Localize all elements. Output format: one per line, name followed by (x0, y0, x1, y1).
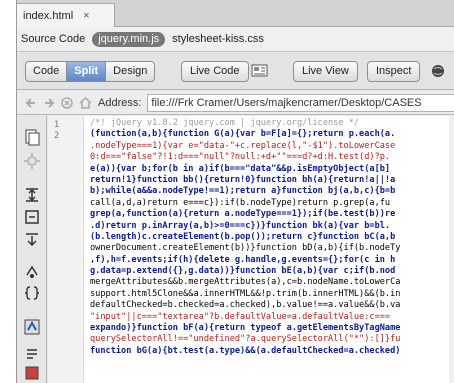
code-token: ownerDocument.createElement(b))}function… (90, 243, 401, 254)
document-tab-bar: index.html × (17, 0, 454, 27)
code-token: g.data=p.extend({},g.data))}function bE(… (90, 266, 396, 277)
home-icon[interactable] (79, 96, 92, 109)
collapse-selection-icon[interactable] (23, 208, 41, 226)
code-token: .d)return p.inArray(a,b)>=0===c})}functi… (90, 220, 391, 231)
editor-window: index.html × Source Code jquery.min.js s… (16, 0, 454, 383)
code-line: (function(a,b){function G(a){var b=F[a]=… (90, 129, 400, 140)
code-line: /*! jQuery v1.8.2 jquery.com | jquery.or… (90, 118, 400, 129)
code-token: (b.length)c.createElement(b.pop());retur… (90, 231, 396, 242)
code-token: /*! jQuery v1.8.2 jquery.com | jquery.or… (90, 118, 360, 128)
code-token: e(a)){var b;for(b in a)if(b==="data"&&p.… (90, 163, 391, 174)
source-code-link[interactable]: Source Code (21, 33, 85, 45)
balance-braces-icon[interactable] (23, 284, 41, 302)
arrow-right-icon[interactable] (43, 97, 55, 109)
coding-toolbar (17, 116, 47, 383)
arrow-left-icon[interactable] (25, 97, 37, 109)
apply-comment-icon[interactable] (23, 318, 41, 336)
expand-all-icon[interactable] (23, 230, 41, 248)
view-mode-switcher: Code Split Design (25, 61, 156, 82)
live-view-button[interactable]: Live View (293, 61, 358, 82)
line-number: 2 (54, 131, 60, 141)
related-file-css[interactable]: stylesheet-kiss.css (172, 33, 264, 45)
code-line: b);while(a&&a.nodeType!==1);return a}fun… (90, 186, 400, 197)
line-number: 1 (54, 120, 60, 130)
code-line: ownerDocument.createElement(b))}function… (90, 243, 400, 254)
address-input[interactable]: file:///Frk Cramer/Users/majkencramer/De… (147, 93, 454, 112)
gear-icon[interactable] (23, 152, 41, 170)
code-content[interactable]: /*! jQuery v1.8.2 jquery.com | jquery.or… (90, 118, 400, 357)
code-line: defaultChecked=b.checked=a.checked),b.va… (90, 300, 400, 311)
code-token: function bG(a){bt.test(a.type)&&(a.defau… (90, 345, 401, 356)
code-token: ,f),h=f.events;if(h){delete g.handle,g.e… (90, 254, 396, 265)
stop-icon[interactable] (61, 96, 73, 109)
document-tab-index[interactable]: index.html × (17, 3, 115, 27)
code-token: return!1}function bb(){return!0}function… (90, 174, 396, 185)
address-label: Address: (98, 96, 142, 109)
code-token: support.html5Clone&&a.innerHTML&&!p.trim… (90, 288, 401, 299)
code-line: return!1}function bb(){return!0}function… (90, 175, 400, 186)
code-token: call(a,d,a)return e===c}):if(b.nodeType)… (90, 197, 391, 208)
live-code-button[interactable]: Live Code (181, 61, 249, 82)
design-view-button[interactable]: Design (106, 62, 154, 81)
collapse-full-tag-icon[interactable] (23, 186, 41, 204)
code-token: .nodeType===1){var e="data-"+c.replace(l… (90, 140, 396, 151)
code-token: "input"||c==="textarea"?b.defaultValue=a… (90, 311, 391, 322)
code-line: mergeAttributes&&b.mergeAttributes(a),c=… (90, 277, 400, 288)
document-toolbar: Code Split Design Live Code Live View In… (17, 52, 454, 90)
code-editor[interactable]: 1 2 /*! jQuery v1.8.2 jquery.com | jquer… (48, 116, 454, 383)
code-token: querySelectorAll!=="undefined"?a.querySe… (90, 334, 401, 345)
open-documents-icon[interactable] (23, 128, 41, 146)
code-line: call(a,d,a)return e===c}):if(b.nodeType)… (90, 198, 400, 209)
code-view-button[interactable]: Code (26, 62, 68, 81)
code-line: function bG(a){bt.test(a.type)&&(a.defau… (90, 346, 400, 357)
code-token: defaultChecked=b.checked=a.checked),b.va… (90, 300, 401, 311)
code-line: support.html5Clone&&a.innerHTML&&!p.trim… (90, 289, 400, 300)
document-tab-label: index.html (23, 9, 74, 22)
line-number-gutter: 1 2 (48, 116, 84, 383)
code-line: querySelectorAll!=="undefined"?a.querySe… (90, 334, 400, 345)
code-token: mergeAttributes&&b.mergeAttributes(a),c=… (90, 277, 401, 288)
close-icon[interactable]: × (83, 10, 89, 22)
code-token: expando)}function bF(a){return typeof a.… (90, 323, 401, 334)
code-line: 0:d==="false"?!1:d==="null"?null:+d+""==… (90, 152, 400, 163)
wrap-tag-icon[interactable] (23, 364, 41, 382)
editor-scrollbar[interactable] (449, 116, 454, 383)
related-files-bar: Source Code jquery.min.js stylesheet-kis… (17, 27, 454, 52)
code-line: grep(a,function(a){return a.nodeType===1… (90, 209, 400, 220)
split-view-button[interactable]: Split (67, 62, 107, 81)
code-token: b);while(a&&a.nodeType!==1);return a}fun… (90, 186, 396, 197)
code-line: e(a)){var b;for(b in a)if(b==="data"&&p.… (90, 164, 400, 175)
code-token: (function(a,b){function G(a){var b=F[a]=… (90, 129, 396, 140)
select-parent-tag-icon[interactable] (23, 262, 41, 280)
related-file-active[interactable]: jquery.min.js (92, 31, 166, 47)
code-line: .nodeType===1){var e="data-"+c.replace(l… (90, 141, 400, 152)
globe-icon[interactable] (431, 64, 445, 78)
code-token: grep(a,function(a){return a.nodeType===1… (90, 209, 396, 220)
code-line: .d)return p.inArray(a,b)>=0===c})}functi… (90, 221, 400, 232)
code-line: expando)}function bF(a){return typeof a.… (90, 323, 400, 334)
check-browser-compat-icon[interactable] (251, 64, 268, 78)
code-line: ,f),h=f.events;if(h){delete g.handle,g.e… (90, 255, 400, 266)
code-line: (b.length)c.createElement(b.pop());retur… (90, 232, 400, 243)
address-bar: Address: file:///Frk Cramer/Users/majken… (17, 91, 454, 115)
remove-comment-icon[interactable] (23, 344, 41, 362)
code-line: g.data=p.extend({},g.data))}function bE(… (90, 266, 400, 277)
code-line: "input"||c==="textarea"?b.defaultValue=a… (90, 312, 400, 323)
inspect-button[interactable]: Inspect (367, 61, 421, 82)
code-token: 0:d==="false"?!1:d==="null"?null:+d+""==… (90, 152, 391, 163)
